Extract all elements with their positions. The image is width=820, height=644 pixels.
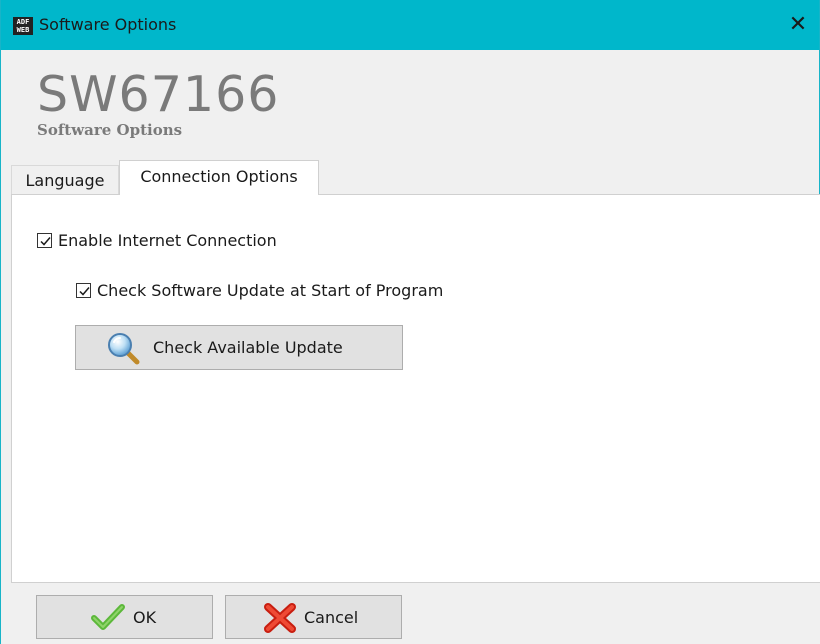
check-icon bbox=[91, 604, 125, 630]
ok-button[interactable]: OK bbox=[36, 595, 213, 639]
check-available-update-label: Check Available Update bbox=[153, 338, 343, 357]
window-title: Software Options bbox=[39, 15, 177, 34]
checkmark-icon bbox=[79, 287, 90, 296]
check-update-label: Check Software Update at Start of Progra… bbox=[97, 281, 444, 300]
enable-internet-checkbox[interactable] bbox=[37, 233, 52, 248]
ok-label: OK bbox=[133, 608, 157, 627]
tab-language[interactable]: Language bbox=[11, 165, 119, 195]
checkmark-icon bbox=[40, 237, 51, 246]
check-update-row[interactable]: Check Software Update at Start of Progra… bbox=[76, 281, 443, 300]
app-icon: ADF WEB bbox=[13, 17, 33, 35]
red-x-icon bbox=[264, 603, 296, 633]
tab-connection-options[interactable]: Connection Options bbox=[119, 160, 319, 195]
check-available-update-button[interactable]: Check Available Update bbox=[75, 325, 403, 370]
header: SW67166 Software Options bbox=[1, 50, 819, 160]
enable-internet-row[interactable]: Enable Internet Connection bbox=[37, 231, 277, 250]
check-update-checkbox[interactable] bbox=[76, 283, 91, 298]
dialog-footer: OK Cancel bbox=[11, 582, 820, 644]
connection-options-panel: Enable Internet Connection Check Softwar… bbox=[11, 194, 820, 582]
close-button[interactable]: ✕ bbox=[783, 10, 813, 40]
product-code: SW67166 bbox=[37, 66, 280, 123]
product-subtitle: Software Options bbox=[37, 121, 183, 139]
enable-internet-label: Enable Internet Connection bbox=[58, 231, 277, 250]
magnifier-icon bbox=[108, 333, 140, 365]
software-options-window: ADF WEB Software Options ✕ SW67166 Softwa… bbox=[0, 0, 820, 644]
cancel-button[interactable]: Cancel bbox=[225, 595, 402, 639]
title-bar[interactable]: ADF WEB Software Options ✕ bbox=[1, 0, 819, 50]
cancel-label: Cancel bbox=[304, 608, 359, 627]
tab-strip: Language Connection Options bbox=[11, 160, 820, 195]
